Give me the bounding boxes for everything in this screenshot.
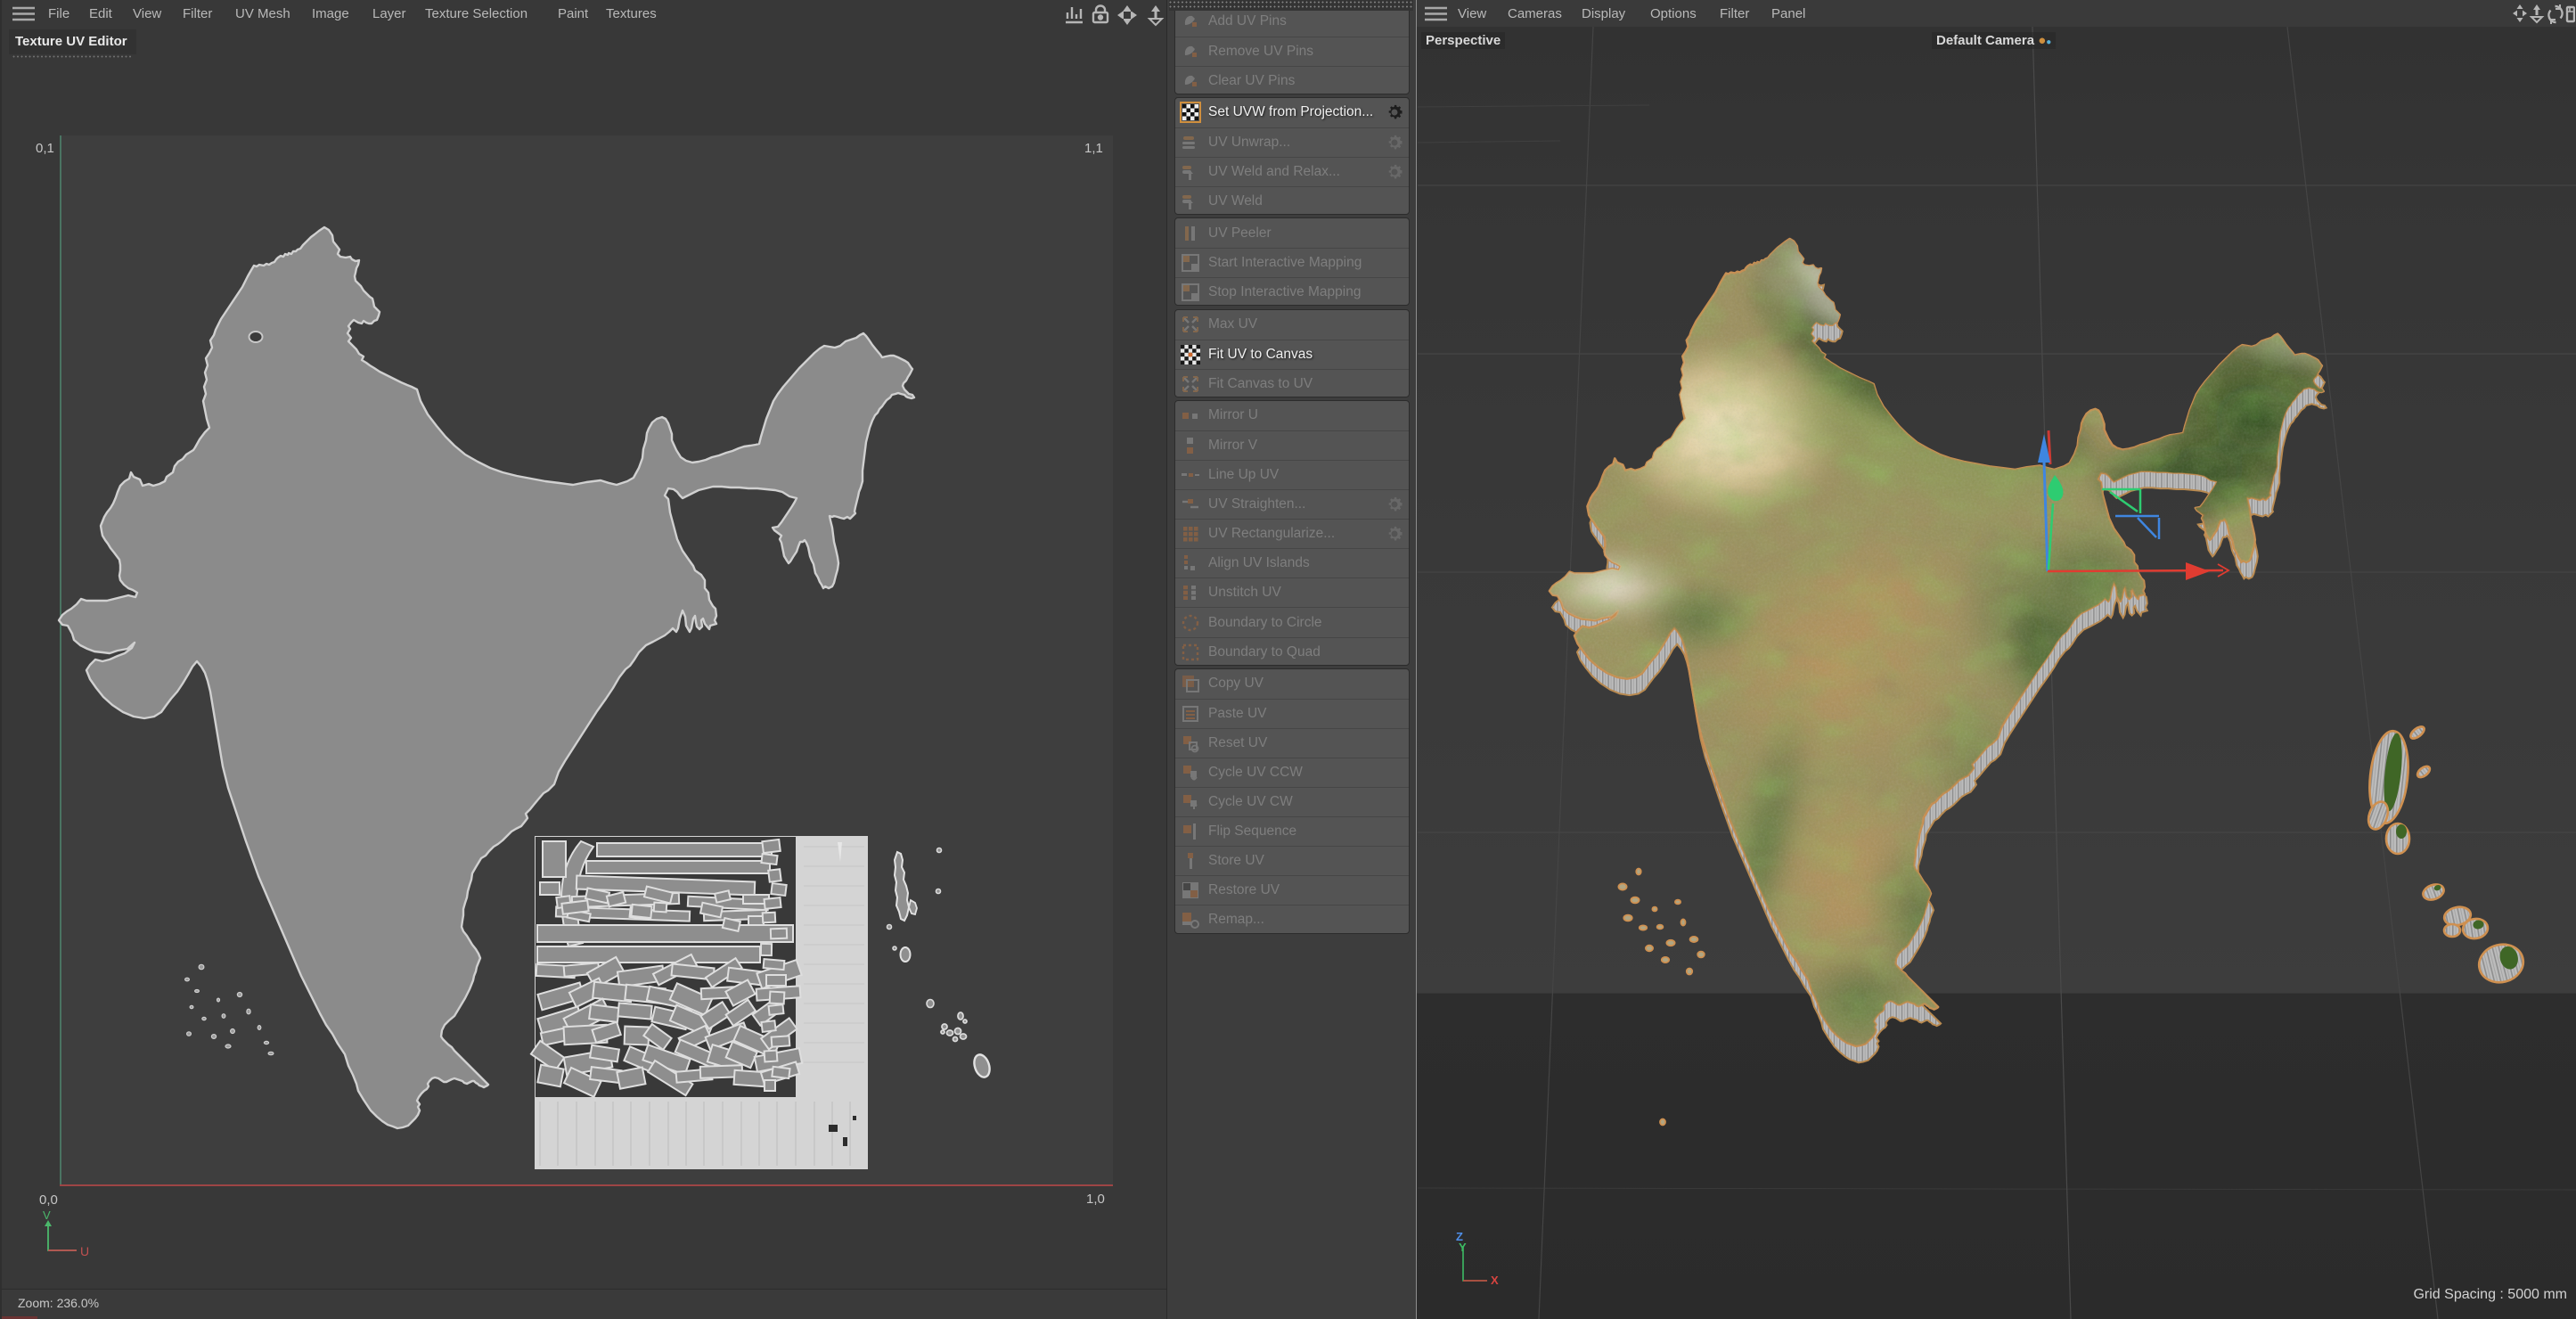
svg-text:U: U <box>80 1244 89 1258</box>
svg-text:X: X <box>1491 1274 1499 1287</box>
svg-text:V: V <box>43 1208 51 1222</box>
